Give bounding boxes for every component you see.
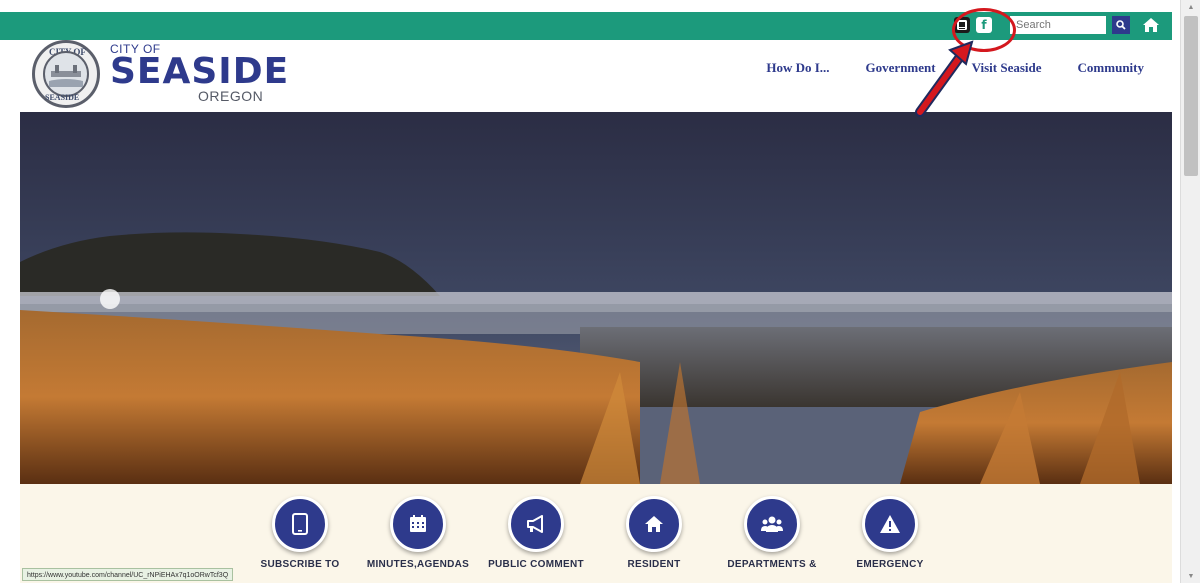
seal-emblem xyxy=(43,51,89,97)
home-button[interactable] xyxy=(1140,16,1162,34)
warning-icon xyxy=(880,515,900,533)
tile-subscribe-circle[interactable] xyxy=(272,496,328,552)
calendar-icon xyxy=(410,515,426,532)
tile-emergency[interactable]: EMERGENCY xyxy=(830,496,950,570)
tile-resident-circle[interactable] xyxy=(626,496,682,552)
browser-viewport: f CITY OF SEASIDE CITY OF SEASIDE OREGON… xyxy=(0,0,1200,583)
tile-emergency-circle[interactable] xyxy=(862,496,918,552)
city-seal-logo[interactable]: CITY OF SEASIDE xyxy=(32,40,100,108)
users-icon xyxy=(761,516,783,532)
tile-public-comment-circle[interactable] xyxy=(508,496,564,552)
annotation-arrow xyxy=(915,40,974,117)
scroll-thumb[interactable] xyxy=(1184,16,1198,176)
search-button[interactable] xyxy=(1112,16,1130,34)
search-icon xyxy=(1116,20,1126,30)
tile-resident-label: RESIDENT xyxy=(627,559,681,570)
search-input[interactable] xyxy=(1010,16,1106,34)
tile-public-comment[interactable]: PUBLIC COMMENT xyxy=(476,496,596,570)
tile-departments[interactable]: DEPARTMENTS & xyxy=(712,496,832,570)
home-icon xyxy=(645,516,663,532)
scroll-up-arrow-icon[interactable]: ▲ xyxy=(1181,0,1200,14)
tile-departments-label: DEPARTMENTS & xyxy=(727,559,817,570)
brand-name: SEASIDE xyxy=(110,51,290,92)
tile-minutes-agendas-circle[interactable] xyxy=(390,496,446,552)
tile-emergency-label: EMERGENCY xyxy=(856,559,924,570)
tile-public-comment-label: PUBLIC COMMENT xyxy=(488,559,584,570)
nav-item-how-do-i[interactable]: How Do I... xyxy=(766,60,829,76)
nav-item-community[interactable]: Community xyxy=(1078,60,1144,76)
tile-resident[interactable]: RESIDENT xyxy=(594,496,714,570)
hero-image xyxy=(20,112,1172,484)
megaphone-icon xyxy=(527,515,543,533)
vertical-scrollbar[interactable]: ▲ ▼ xyxy=(1180,0,1200,583)
nav-item-visit-seaside[interactable]: Visit Seaside xyxy=(972,60,1042,76)
seal-bottom-text: SEASIDE xyxy=(45,93,80,102)
tile-minutes-agendas[interactable]: MINUTES,AGENDAS xyxy=(358,496,478,570)
site-brand[interactable]: CITY OF SEASIDE OREGON xyxy=(110,42,289,104)
status-bar-url: https://www.youtube.com/channel/UC_rNPiE… xyxy=(22,568,234,581)
tile-minutes-agendas-label: MINUTES,AGENDAS xyxy=(366,559,470,570)
tablet-icon xyxy=(292,513,308,535)
tile-subscribe-label: SUBSCRIBE TO xyxy=(260,559,340,570)
home-icon xyxy=(1143,18,1159,32)
scroll-down-arrow-icon[interactable]: ▼ xyxy=(1181,569,1200,583)
tile-departments-circle[interactable] xyxy=(744,496,800,552)
tile-subscribe[interactable]: SUBSCRIBE TO xyxy=(240,496,360,570)
